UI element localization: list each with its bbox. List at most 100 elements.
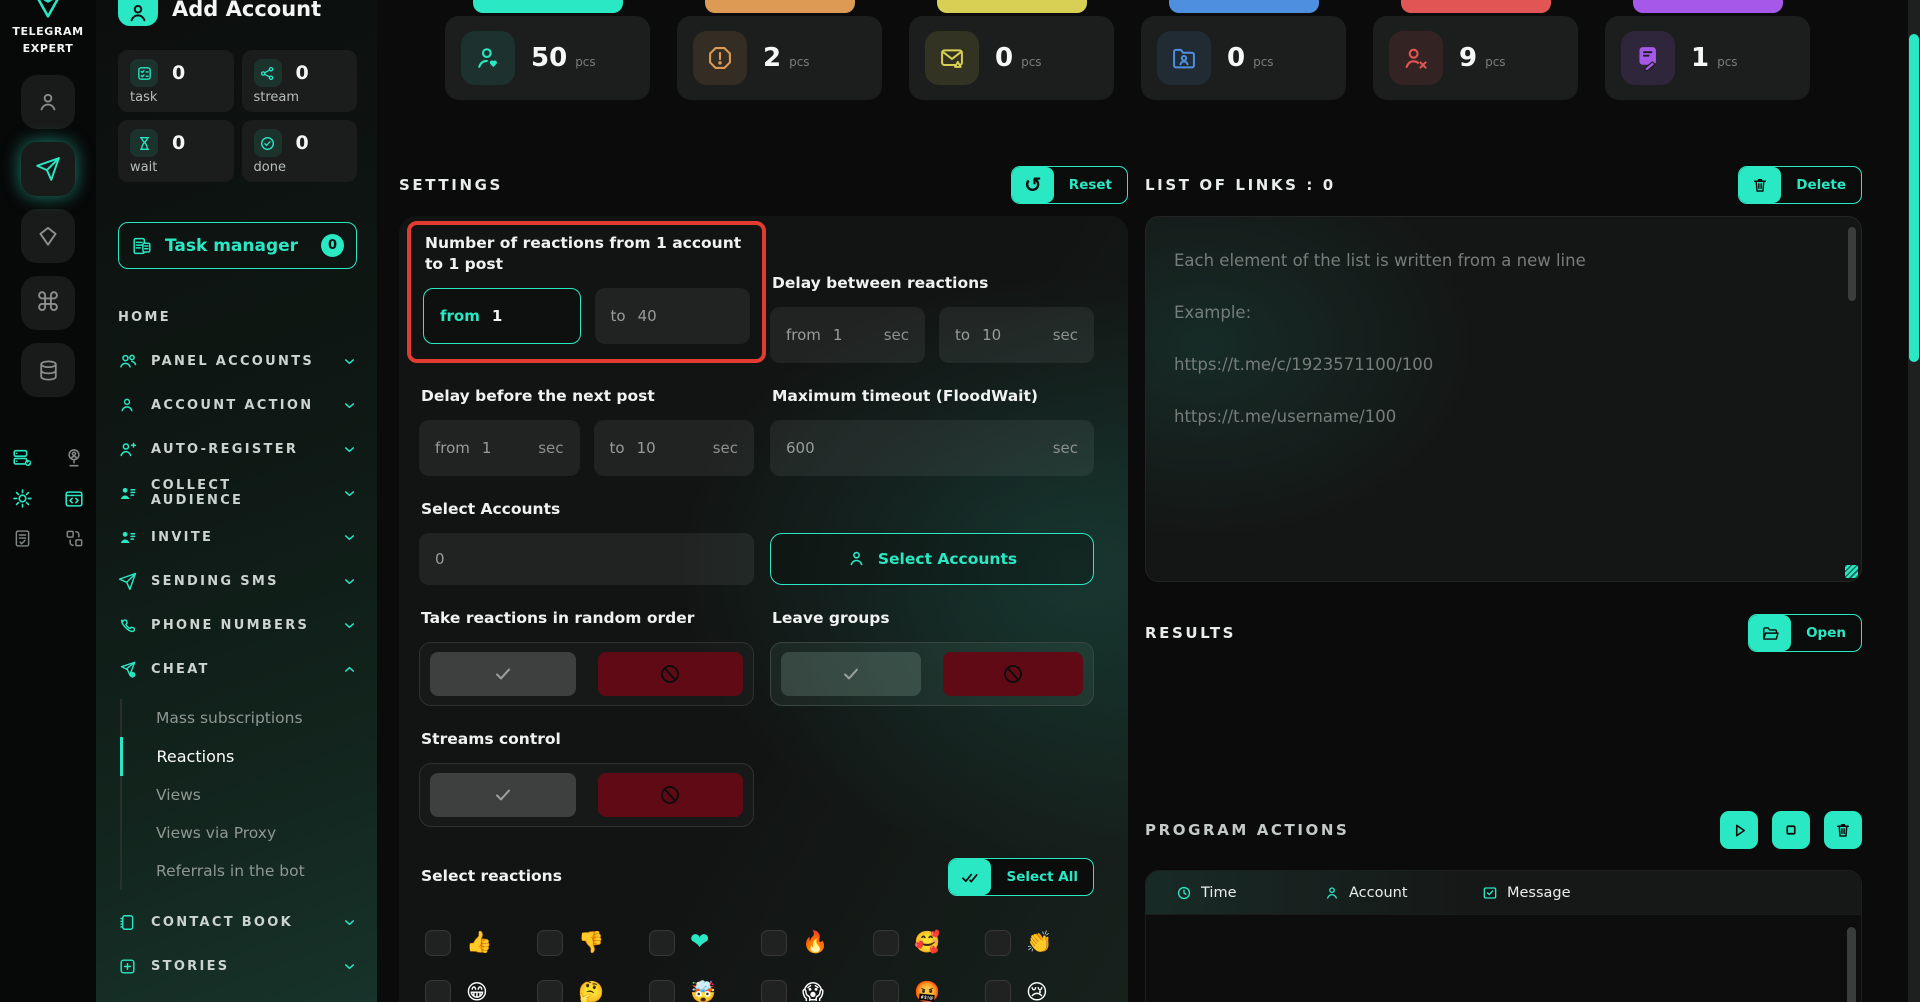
- reaction-emoji[interactable]: 👍: [466, 932, 492, 953]
- reactions-from-input[interactable]: from 1: [423, 287, 581, 344]
- trash-button[interactable]: [1824, 811, 1862, 849]
- textarea-scrollbar-thumb[interactable]: [1848, 227, 1856, 301]
- nav-item-stories[interactable]: STORIES: [118, 944, 357, 988]
- user-icon: [1324, 885, 1340, 901]
- submenu-item-views-via-proxy[interactable]: Views via Proxy: [122, 814, 357, 852]
- rail-gem-button[interactable]: [21, 209, 75, 263]
- select-accounts-button[interactable]: Select Accounts: [770, 532, 1094, 585]
- swap-icon[interactable]: [62, 528, 86, 549]
- reaction-emoji[interactable]: 👎: [578, 932, 604, 953]
- reaction-emoji[interactable]: 😢: [1026, 982, 1048, 1002]
- card-tab-pill[interactable]: [704, 0, 855, 13]
- card-tab-pill[interactable]: [1168, 0, 1319, 13]
- task-manager-button[interactable]: Task manager 0: [118, 222, 357, 269]
- delay-next-post-to-input[interactable]: to 10 sec: [593, 419, 754, 476]
- toggle-off-segment[interactable]: [943, 651, 1083, 696]
- delay-between-to-input[interactable]: to 10 sec: [939, 306, 1094, 363]
- submenu-item-reactions[interactable]: Reactions: [119, 737, 358, 776]
- reaction-emoji[interactable]: 🤔: [578, 982, 604, 1002]
- table-scrollbar-thumb[interactable]: [1847, 927, 1856, 1002]
- program-actions-table: Time Account Message: [1145, 870, 1862, 1002]
- reaction-emoji[interactable]: 🤬: [914, 982, 940, 1002]
- reaction-checkbox[interactable]: [425, 979, 451, 1002]
- card-tab-pill[interactable]: [472, 0, 623, 13]
- toggle-on-segment[interactable]: [430, 651, 576, 696]
- rail-profile-button[interactable]: [21, 75, 75, 129]
- toggle-on-segment[interactable]: [781, 651, 921, 696]
- leave-groups-toggle[interactable]: [770, 641, 1094, 706]
- open-button[interactable]: Open: [1748, 614, 1862, 652]
- reset-button[interactable]: ↺ Reset: [1010, 166, 1128, 204]
- reaction-checkbox[interactable]: [761, 979, 787, 1002]
- textarea-resize-handle[interactable]: [1845, 565, 1858, 578]
- code-window-icon[interactable]: [62, 487, 86, 510]
- reaction-emoji[interactable]: ❤: [690, 931, 709, 954]
- reaction-emoji[interactable]: 🔥: [802, 932, 828, 953]
- reaction-emoji[interactable]: 😱: [802, 982, 824, 1002]
- nav-item-sending-sms[interactable]: SENDING SMS: [118, 559, 357, 603]
- reaction-emoji[interactable]: 🤯: [690, 982, 716, 1002]
- reaction-emoji[interactable]: 😁: [466, 982, 488, 1002]
- random-order-toggle[interactable]: [419, 641, 754, 706]
- reaction-checkbox[interactable]: [985, 979, 1011, 1002]
- submenu-item-views[interactable]: Views: [122, 776, 357, 814]
- stop-button[interactable]: [1772, 811, 1810, 849]
- submenu-item-referrals-in-the-bot[interactable]: Referrals in the bot: [122, 852, 357, 890]
- rail-command-button[interactable]: ⌘: [21, 276, 75, 330]
- toggle-off-segment[interactable]: [597, 772, 743, 817]
- reaction-checkbox[interactable]: [537, 979, 563, 1002]
- page-scrollbar[interactable]: [1908, 0, 1920, 1002]
- mail-check-icon: [1482, 885, 1498, 901]
- nav-item-auto-register[interactable]: AUTO-REGISTER: [118, 427, 357, 471]
- reaction-checkbox[interactable]: [425, 929, 451, 956]
- reaction-checkbox[interactable]: [649, 979, 675, 1002]
- streams-control-toggle[interactable]: [419, 762, 754, 827]
- reaction-checkbox[interactable]: [873, 929, 899, 956]
- select-accounts-input[interactable]: 0: [419, 532, 754, 585]
- add-account-icon[interactable]: [118, 0, 158, 26]
- server-check-icon[interactable]: [10, 447, 34, 469]
- reaction-emoji[interactable]: 👏: [1026, 932, 1052, 953]
- links-title: LIST OF LINKS : 0: [1145, 176, 1336, 194]
- nav-item-invite[interactable]: INVITE: [118, 515, 357, 559]
- card-tab-pill[interactable]: [936, 0, 1087, 13]
- select-all-button[interactable]: Select All: [948, 857, 1094, 896]
- reaction-checkbox[interactable]: [537, 929, 563, 956]
- nav-item-account-action[interactable]: ACCOUNT ACTION: [118, 383, 357, 427]
- links-textarea[interactable]: Each element of the list is written from…: [1145, 216, 1862, 582]
- card-tab-pill[interactable]: [1400, 0, 1551, 13]
- reaction-checkbox[interactable]: [985, 929, 1011, 956]
- submenu-item-mass-subscriptions[interactable]: Mass subscriptions: [122, 699, 357, 737]
- play-button[interactable]: [1720, 811, 1758, 849]
- max-timeout-input[interactable]: 600 sec: [770, 419, 1094, 476]
- toggle-on-segment[interactable]: [430, 772, 576, 817]
- rail-sender-button[interactable]: [21, 142, 75, 196]
- command-icon: ⌘: [35, 288, 61, 318]
- input-value: 10: [982, 325, 1002, 344]
- reaction-checkbox[interactable]: [649, 929, 675, 956]
- delay-next-post-from-input[interactable]: from 1 sec: [419, 419, 580, 476]
- person-cam-icon[interactable]: [62, 447, 86, 469]
- reaction-option: 👏: [985, 929, 1097, 956]
- nav-item-contact-book[interactable]: CONTACT BOOK: [118, 900, 357, 944]
- page-scrollbar-thumb[interactable]: [1909, 34, 1919, 362]
- nav-item-phone-numbers[interactable]: PHONE NUMBERS: [118, 603, 357, 647]
- reaction-emoji[interactable]: 🥰: [914, 932, 940, 953]
- select-accounts-label: Select Accounts: [421, 499, 561, 518]
- reactions-to-input[interactable]: to 40: [594, 287, 750, 344]
- stat-card: 0 pcs: [909, 16, 1114, 100]
- input-prefix: to: [610, 306, 626, 325]
- reaction-checkbox[interactable]: [873, 979, 899, 1002]
- doc-check-icon[interactable]: [10, 528, 34, 549]
- delay-between-from-input[interactable]: from 1 sec: [770, 306, 925, 363]
- nav-item-collect-audience[interactable]: COLLECT AUDIENCE: [118, 471, 357, 515]
- toggle-off-segment[interactable]: [597, 651, 743, 696]
- gear-icon[interactable]: [10, 487, 34, 510]
- nav-item-home[interactable]: HOME: [118, 295, 357, 339]
- delete-button[interactable]: Delete: [1738, 166, 1862, 204]
- reaction-checkbox[interactable]: [761, 929, 787, 956]
- card-tab-pill[interactable]: [1632, 0, 1783, 13]
- rail-database-button[interactable]: [21, 343, 75, 397]
- nav-item-cheat[interactable]: CHEAT: [118, 647, 357, 691]
- nav-item-panel-accounts[interactable]: PANEL ACCOUNTS: [118, 339, 357, 383]
